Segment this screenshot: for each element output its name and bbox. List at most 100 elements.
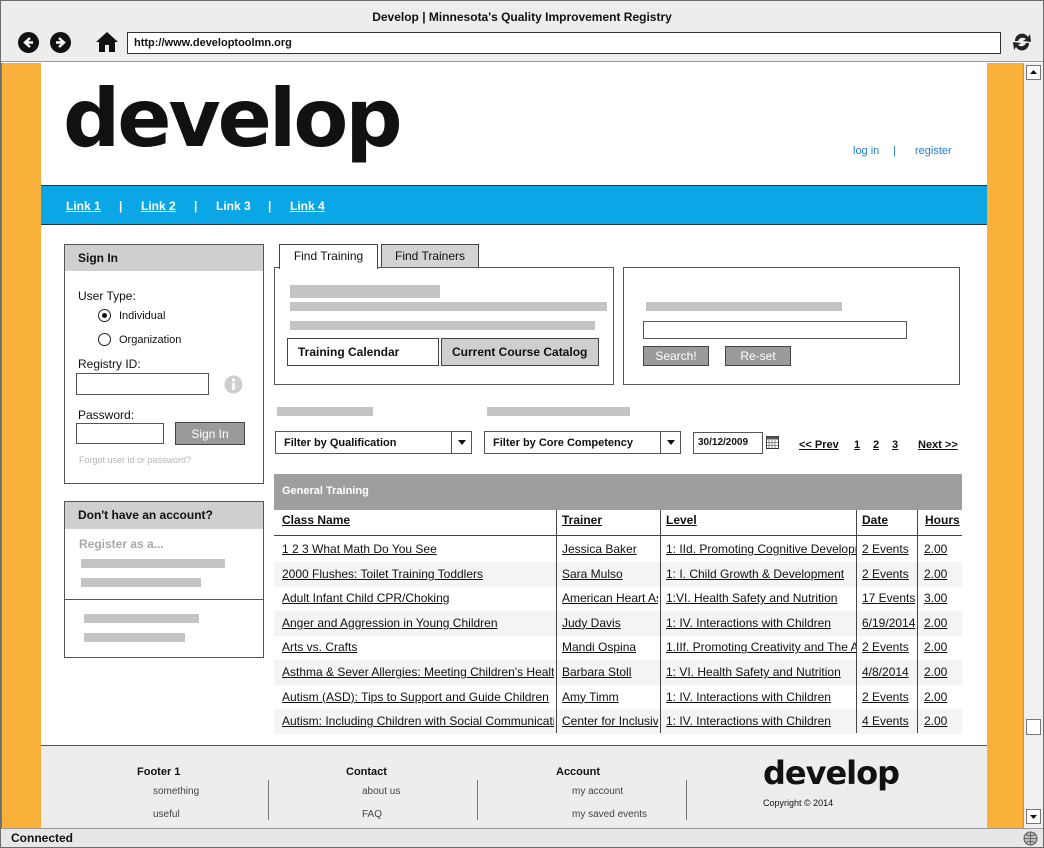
pagination-prev[interactable]: << Prev [799, 439, 839, 451]
site-logo[interactable]: develop [63, 79, 403, 159]
cell-class-name[interactable]: Autism (ASD): Tips to Support and Guide … [282, 690, 554, 704]
reload-icon[interactable] [1010, 30, 1034, 54]
search-input[interactable] [643, 321, 907, 339]
info-icon[interactable] [224, 375, 243, 394]
vertical-scrollbar[interactable] [1023, 63, 1043, 828]
placeholder-bar [277, 407, 373, 416]
cell-hours[interactable]: 2.00 [924, 616, 958, 630]
cell-date[interactable]: 2 Events [862, 567, 918, 581]
cell-date[interactable]: 2 Events [862, 690, 918, 704]
cell-trainer[interactable]: Judy Davis [562, 616, 658, 630]
cell-class-name[interactable]: 1 2 3 What Math Do You See [282, 542, 554, 556]
cell-level[interactable]: 1: VI. Health Safety and Nutrition [666, 665, 856, 679]
footer-link[interactable]: about us [362, 786, 400, 797]
tab-find-training[interactable]: Find Training [279, 244, 378, 269]
cell-hours[interactable]: 2.00 [924, 690, 958, 704]
forgot-password-link[interactable]: Forgot user id or password? [79, 455, 191, 465]
footer-link[interactable]: FAQ [362, 809, 382, 820]
footer-link[interactable]: my account [572, 786, 623, 797]
search-button[interactable]: Search! [643, 346, 709, 366]
tab-find-trainers[interactable]: Find Trainers [381, 244, 479, 268]
cell-hours[interactable]: 2.00 [924, 714, 958, 728]
password-input[interactable] [76, 423, 164, 444]
placeholder-bar [84, 633, 185, 642]
footer-link[interactable]: my saved events [572, 809, 647, 820]
forward-icon[interactable] [50, 32, 71, 53]
column-header-level[interactable]: Level [666, 513, 697, 527]
registry-id-input[interactable] [76, 373, 209, 395]
scroll-down-button[interactable] [1026, 809, 1041, 824]
register-link[interactable]: register [915, 145, 952, 157]
cell-hours[interactable]: 2.00 [924, 640, 958, 654]
nav-link-1[interactable]: Link 1 [66, 199, 101, 213]
competency-filter[interactable]: Filter by Core Competency [484, 431, 681, 454]
current-course-catalog-button[interactable]: Current Course Catalog [441, 338, 599, 366]
pagination-next[interactable]: Next >> [918, 439, 958, 451]
cell-class-name[interactable]: Adult Infant Child CPR/Choking [282, 591, 554, 605]
cell-class-name[interactable]: Autism: Including Children with Social C… [282, 714, 554, 728]
cell-trainer[interactable]: American Heart Association [562, 591, 658, 605]
reset-button[interactable]: Re-set [725, 346, 791, 366]
cell-trainer[interactable]: Barbara Stoll [562, 665, 658, 679]
column-header-class-name[interactable]: Class Name [282, 513, 350, 527]
address-bar[interactable]: http://www.developtoolmn.org [127, 32, 1001, 54]
calendar-icon[interactable] [766, 436, 779, 449]
cell-trainer[interactable]: Jessica Baker [562, 542, 658, 556]
pagination-page-2[interactable]: 2 [873, 439, 879, 451]
date-input[interactable]: 30/12/2009 [693, 432, 763, 454]
cell-trainer[interactable]: Mandi Ospina [562, 640, 658, 654]
cell-date[interactable]: 2 Events [862, 640, 918, 654]
cell-hours[interactable]: 2.00 [924, 567, 958, 581]
browser-toolbar: Develop | Minnesota's Quality Improvemen… [1, 1, 1043, 62]
cell-level[interactable]: 1: IV. Interactions with Children [666, 690, 856, 704]
footer-col3-title: Account [556, 766, 600, 778]
nav-link-4[interactable]: Link 4 [290, 199, 325, 213]
home-icon[interactable] [95, 31, 119, 53]
cell-level[interactable]: 1: IV. Interactions with Children [666, 714, 856, 728]
cell-level[interactable]: 1.IIf. Promoting Creativity and The Arts [666, 640, 856, 654]
signin-button[interactable]: Sign In [175, 422, 245, 445]
pagination-page-3[interactable]: 3 [892, 439, 898, 451]
search-panel: Search! Re-set [623, 267, 960, 385]
cell-hours[interactable]: 2.00 [924, 665, 958, 679]
cell-date[interactable]: 4/8/2014 [862, 665, 918, 679]
cell-hours[interactable]: 3.00 [924, 591, 958, 605]
cell-level[interactable]: 1:VI. Health Safety and Nutrition [666, 591, 856, 605]
footer-link[interactable]: something [153, 786, 199, 797]
cell-trainer[interactable]: Amy Timm [562, 690, 658, 704]
cell-level[interactable]: 1: I. Child Growth & Development [666, 567, 856, 581]
scroll-thumb[interactable] [1026, 719, 1041, 735]
nav-link-3[interactable]: Link 3 [216, 199, 251, 213]
cell-date[interactable]: 17 Events [862, 591, 918, 605]
back-icon[interactable] [18, 32, 39, 53]
cell-date[interactable]: 6/19/2014 [862, 616, 918, 630]
cell-class-name[interactable]: Asthma & Sever Allergies: Meeting Childr… [282, 665, 554, 679]
training-calendar-button[interactable]: Training Calendar [287, 338, 439, 366]
cell-class-name[interactable]: Anger and Aggression in Young Children [282, 616, 554, 630]
scroll-up-button[interactable] [1026, 65, 1041, 80]
cell-date[interactable]: 2 Events [862, 542, 918, 556]
cell-hours[interactable]: 2.00 [924, 542, 958, 556]
cell-level[interactable]: 1: IId. Promoting Cognitive Development [666, 542, 856, 556]
cell-class-name[interactable]: 2000 Flushes: Toilet Training Toddlers [282, 567, 554, 581]
column-header-hours[interactable]: Hours [925, 513, 960, 527]
radio-organization-label: Organization [119, 334, 182, 346]
footer-link[interactable]: useful [153, 809, 180, 820]
radio-individual[interactable] [98, 309, 111, 322]
cell-trainer[interactable]: Sara Mulso [562, 567, 658, 581]
table-row: 2000 Flushes: Toilet Training Toddlers Sa… [274, 561, 962, 587]
radio-organization[interactable] [98, 333, 111, 346]
column-header-trainer[interactable]: Trainer [562, 513, 602, 527]
pagination-page-1[interactable]: 1 [854, 439, 860, 451]
cell-date[interactable]: 4 Events [862, 714, 918, 728]
qualification-filter[interactable]: Filter by Qualification [275, 431, 472, 454]
nav-separator: | [119, 199, 123, 213]
login-link[interactable]: log in [853, 145, 879, 157]
cell-trainer[interactable]: Center for Inclusive Child Care [562, 714, 658, 728]
column-header-date[interactable]: Date [862, 513, 888, 527]
cell-level[interactable]: 1: IV. Interactions with Children [666, 616, 856, 630]
nav-link-2[interactable]: Link 2 [141, 199, 176, 213]
user-type-label: User Type: [78, 289, 136, 303]
column-divider [556, 510, 557, 733]
cell-class-name[interactable]: Arts vs. Crafts [282, 640, 554, 654]
